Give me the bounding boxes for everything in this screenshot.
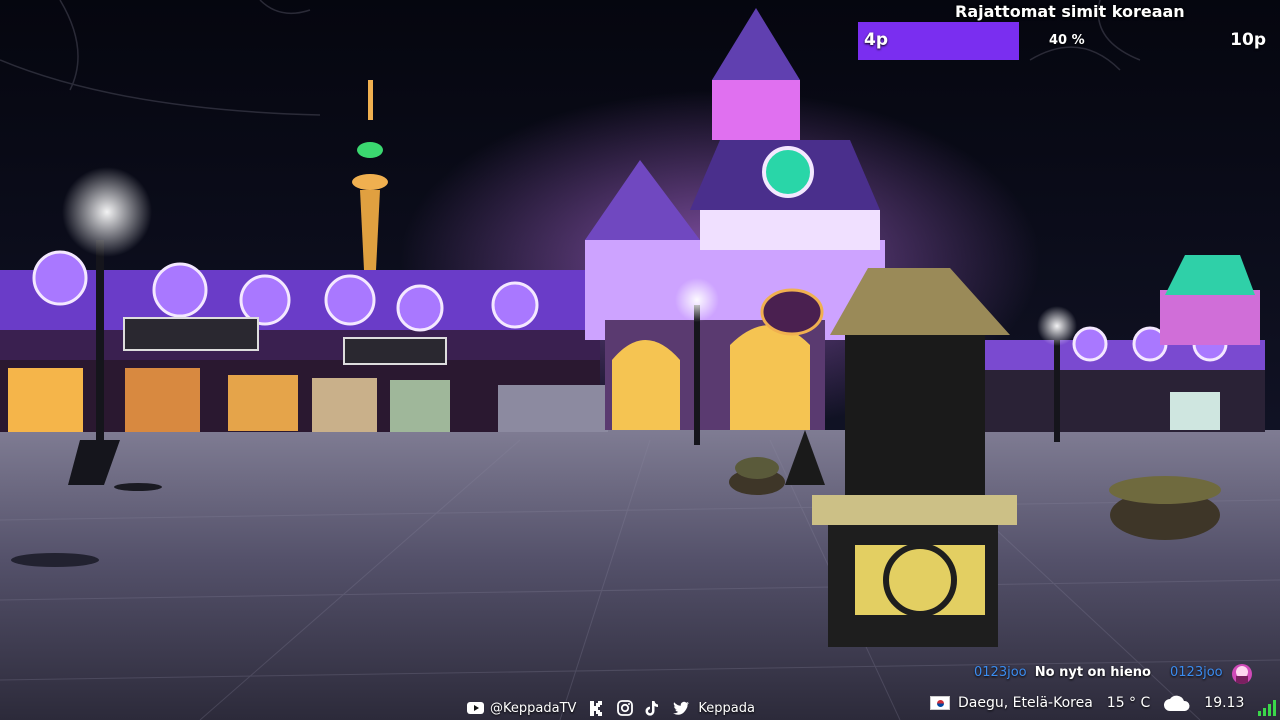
kick-icon[interactable] (589, 700, 603, 716)
social-handle[interactable]: Keppada (698, 701, 755, 716)
youtube-icon[interactable] (467, 702, 484, 714)
temperature-label: 15 ° C (1106, 695, 1151, 711)
instagram-icon[interactable] (617, 700, 634, 716)
tiktok-icon[interactable] (645, 700, 659, 716)
chat-message: 0123joo No nyt on hieno (974, 665, 1151, 680)
goal-title: Rajattomat simit koreaan (955, 2, 1185, 21)
chat-avatar-icon (1232, 664, 1252, 684)
social-links: @KeppadaTV Keppada (467, 699, 755, 717)
south-korea-flag-icon (930, 696, 950, 710)
location-status: Daegu, Etelä-Korea 15 ° C 19.13 (930, 692, 1244, 714)
twitter-icon[interactable] (673, 701, 690, 715)
time-label: 19.13 (1204, 695, 1245, 711)
goal-percent-label: 40 % (1049, 33, 1085, 48)
cloud-icon (1164, 695, 1190, 711)
chat-username: 0123joo (974, 665, 1027, 680)
goal-end-label: 10p (1230, 30, 1266, 50)
chat-username-2: 0123joo (1170, 665, 1223, 680)
location-label: Daegu, Etelä-Korea (958, 695, 1093, 711)
stream-video-scene (0, 0, 1280, 720)
chat-message-text: No nyt on hieno (1034, 665, 1151, 680)
signal-strength-icon (1258, 700, 1276, 716)
goal-progress-bar: 4p 40 % 10p (858, 22, 1266, 60)
youtube-handle[interactable]: @KeppadaTV (490, 701, 576, 716)
goal-start-label: 4p (864, 30, 888, 50)
